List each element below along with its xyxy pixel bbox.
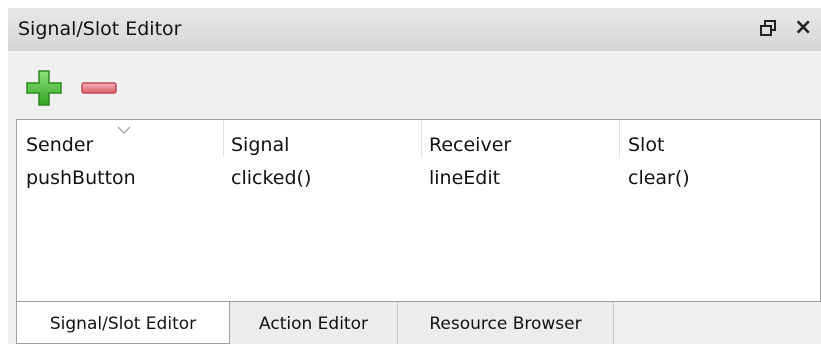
float-window-icon[interactable] — [758, 18, 780, 40]
tab-action-editor[interactable]: Action Editor — [230, 302, 398, 344]
toolbar — [8, 51, 821, 119]
connections-table[interactable]: Sender Signal Receiver Slot pushButton c… — [16, 119, 821, 302]
close-icon[interactable]: × — [794, 17, 812, 39]
bottom-tab-bar: Signal/Slot Editor Action Editor Resourc… — [8, 302, 821, 344]
tab-label: Signal/Slot Editor — [49, 314, 197, 334]
tab-resource-browser[interactable]: Resource Browser — [398, 302, 614, 344]
column-separator — [421, 120, 422, 158]
minus-icon — [80, 82, 120, 112]
dock-title-bar[interactable]: Signal/Slot Editor × — [8, 8, 821, 51]
column-separator — [223, 120, 224, 158]
tab-label: Action Editor — [259, 314, 368, 334]
table-cell-slot[interactable]: clear() — [628, 167, 690, 189]
dock-title: Signal/Slot Editor — [18, 18, 182, 40]
column-header-slot[interactable]: Slot — [628, 134, 664, 156]
column-header-signal[interactable]: Signal — [231, 134, 289, 156]
plus-icon — [24, 70, 64, 112]
column-header-sender[interactable]: Sender — [26, 134, 93, 156]
table-cell-signal[interactable]: clicked() — [231, 167, 311, 189]
sort-indicator-icon — [117, 119, 131, 134]
remove-connection-button[interactable] — [80, 68, 120, 108]
add-connection-button[interactable] — [24, 68, 64, 108]
table-cell-receiver[interactable]: lineEdit — [429, 167, 500, 189]
tab-label: Resource Browser — [429, 314, 582, 334]
table-cell-sender[interactable]: pushButton — [26, 167, 136, 189]
tab-signal-slot-editor[interactable]: Signal/Slot Editor — [16, 302, 230, 344]
column-header-receiver[interactable]: Receiver — [429, 134, 511, 156]
signal-slot-editor-panel: Signal/Slot Editor × Sender Signal Recei… — [8, 8, 821, 344]
column-separator — [619, 120, 620, 158]
